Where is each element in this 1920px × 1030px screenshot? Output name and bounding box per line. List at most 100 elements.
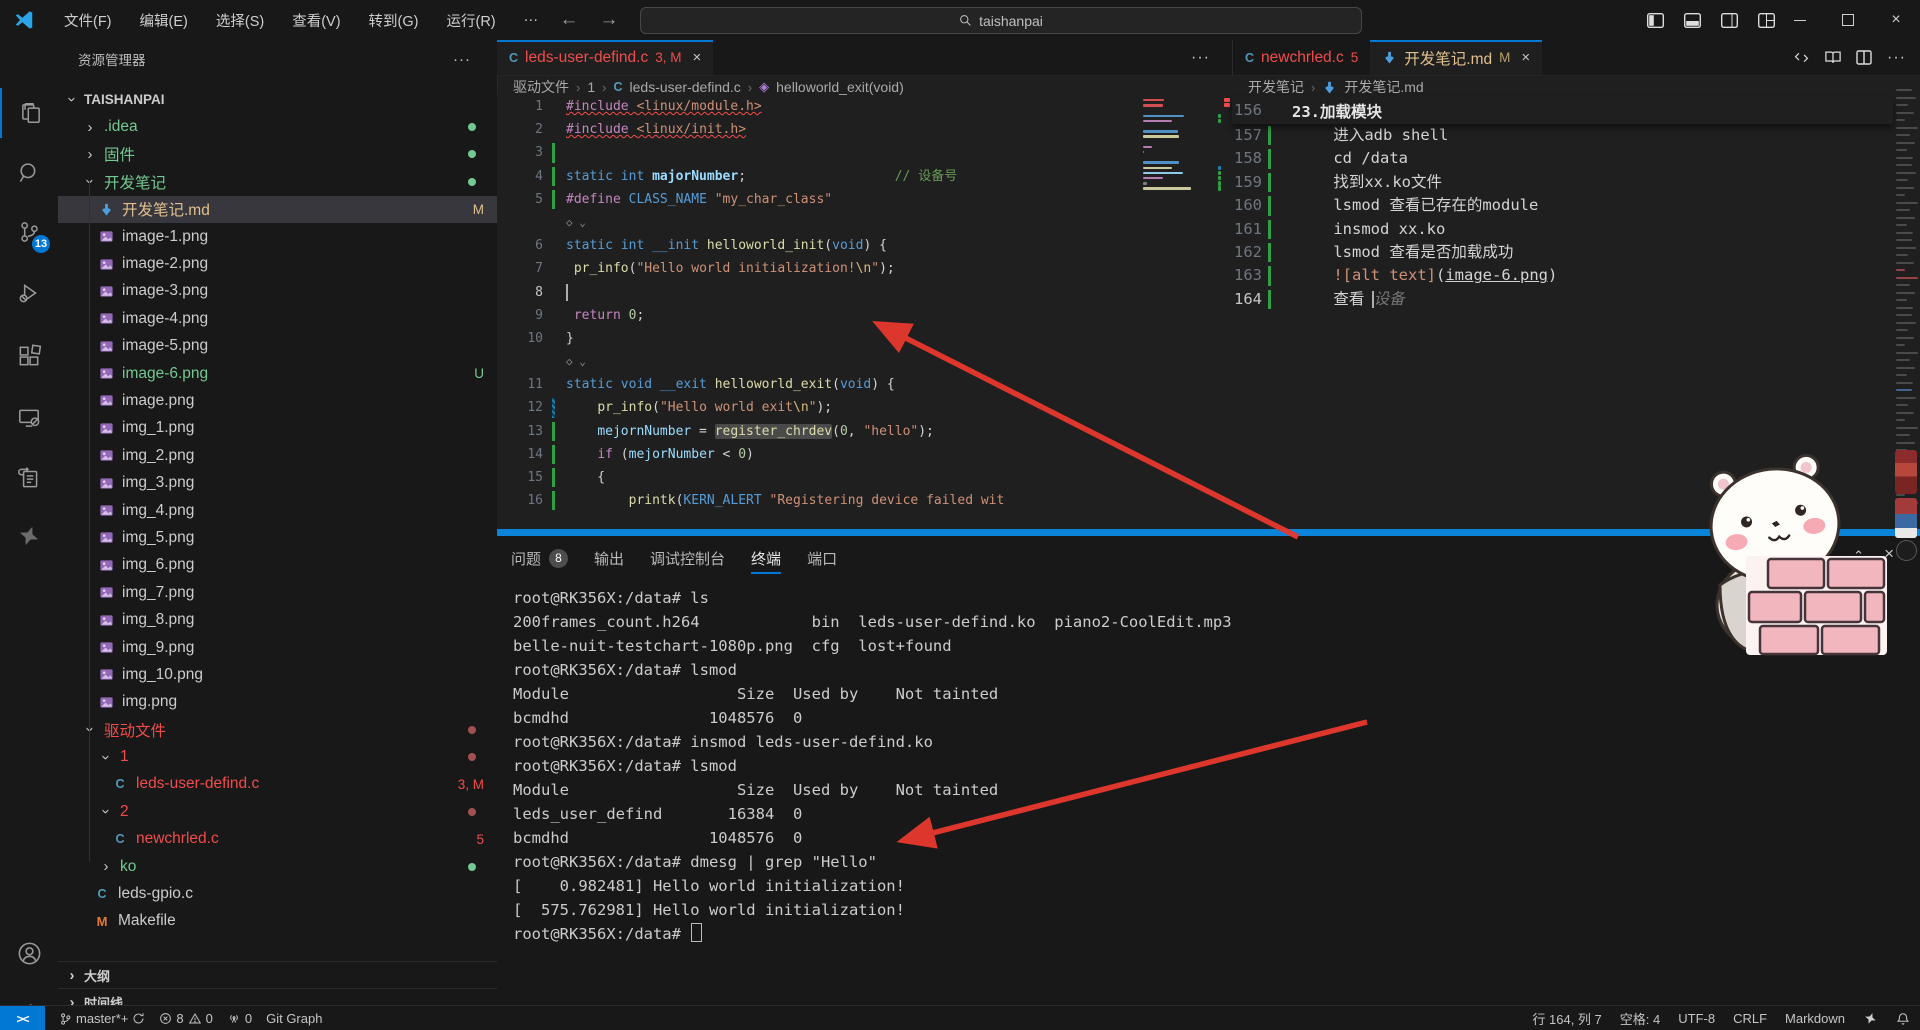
git-graph-item[interactable]: Git Graph (266, 1011, 322, 1026)
tree-item-.idea[interactable]: ›.idea (58, 113, 497, 140)
tree-item-leds-gpio.c[interactable]: Cleds-gpio.c (58, 880, 497, 907)
tree-root-item[interactable]: ›TAISHANPAI (58, 86, 497, 113)
tree-item-____.md[interactable]: 开发笔记.mdM (58, 196, 497, 223)
minimize-button[interactable] (1776, 0, 1824, 40)
tree-item-img_6.png[interactable]: img_6.png (58, 552, 497, 579)
panel-tab-输出[interactable]: 输出 (594, 542, 624, 574)
tree-item-newchrled.c[interactable]: Cnewchrled.c5 (58, 826, 497, 853)
copilot-status-icon[interactable] (1863, 1011, 1878, 1026)
tree-item-img_1.png[interactable]: img_1.png (58, 415, 497, 442)
open-preview-icon[interactable] (1825, 50, 1841, 65)
panel-tab-端口[interactable]: 端口 (807, 542, 837, 574)
split-editor-icon[interactable] (1856, 50, 1872, 65)
terminal-output[interactable]: root@RK356X:/data# ls200frames_count.h26… (513, 586, 1910, 1001)
menu-more-icon[interactable]: ··· (510, 0, 553, 40)
breadcrumb-item[interactable]: helloworld_exit(void) (776, 79, 904, 95)
tab-____.md[interactable]: 开发笔记.mdM× (1370, 40, 1542, 75)
menu-item[interactable]: 查看(V) (278, 0, 354, 40)
forward-arrow-button[interactable]: → (592, 0, 626, 40)
tree-item-image.png[interactable]: image.png (58, 387, 497, 414)
tree-item-img_3.png[interactable]: img_3.png (58, 469, 497, 496)
toggle-panel-icon[interactable] (1684, 13, 1701, 28)
tree-item-__[interactable]: ›固件 (58, 141, 497, 168)
code-editor-left[interactable]: 1#include <linux/module.h>2#include <lin… (497, 95, 1140, 533)
editor-group2-more-icon[interactable]: ··· (1887, 49, 1906, 67)
extensions-icon[interactable] (0, 331, 58, 381)
tree-item-image-4.png[interactable]: image-4.png (58, 305, 497, 332)
tree-item-____[interactable]: ›驱动文件 (58, 716, 497, 743)
panel-resize-sash[interactable] (497, 529, 1920, 536)
maximize-panel-icon[interactable]: ⌃ (1853, 548, 1864, 564)
tree-item-img.png[interactable]: img.png (58, 689, 497, 716)
sticky-scroll-line[interactable]: 156 23.加载模块 (1232, 97, 1893, 124)
panel-tab-调试控制台[interactable]: 调试控制台 (650, 542, 725, 574)
copilot-codelens-icon[interactable]: ◇ ⌄ (566, 350, 586, 373)
copilot-codelens-icon[interactable]: ◇ ⌄ (566, 211, 586, 234)
tree-item-img_2.png[interactable]: img_2.png (58, 442, 497, 469)
menu-item[interactable]: 选择(S) (202, 0, 278, 40)
maximize-button[interactable] (1824, 0, 1872, 40)
tree-item-img_7.png[interactable]: img_7.png (58, 579, 497, 606)
breadcrumb-item[interactable]: 开发笔记.md (1344, 77, 1423, 97)
ports-item[interactable]: 0 (227, 1011, 252, 1026)
tab-newchrled.c[interactable]: Cnewchrled.c5 (1233, 40, 1370, 75)
panel-tab-终端[interactable]: 终端 (751, 542, 781, 574)
tree-item-____[interactable]: ›开发笔记 (58, 168, 497, 195)
panel-tab-问题[interactable]: 问题8 (511, 542, 568, 574)
tree-item-2[interactable]: ›2 (58, 798, 497, 825)
terminal-instance-item[interactable]: aq (1766, 549, 1800, 564)
source-control-icon[interactable]: 13 (0, 207, 58, 257)
eol-item[interactable]: CRLF (1733, 1011, 1767, 1026)
notifications-bell-icon[interactable] (1896, 1012, 1910, 1026)
explorer-icon[interactable] (0, 88, 60, 138)
close-button[interactable]: × (1872, 0, 1920, 40)
breadcrumb-item[interactable]: leds-user-defind.c (630, 79, 741, 95)
tree-item-img_8.png[interactable]: img_8.png (58, 606, 497, 633)
tree-item-leds-user-defind.c[interactable]: Cleds-user-defind.c3, M (58, 771, 497, 798)
cursor-position-item[interactable]: 行 164, 列 7 (1532, 1009, 1601, 1028)
menu-item[interactable]: 转到(G) (355, 0, 433, 40)
tree-item-image-5.png[interactable]: image-5.png (58, 333, 497, 360)
tree-item-1[interactable]: ›1 (58, 743, 497, 770)
code-editor-right[interactable]: 157 进入adb shell158 cd /data159 找到xx.ko文件… (1232, 124, 1893, 533)
indentation-item[interactable]: 空格: 4 (1620, 1009, 1660, 1028)
tree-item-img_4.png[interactable]: img_4.png (58, 497, 497, 524)
menu-item[interactable]: 文件(F) (50, 0, 126, 40)
close-panel-icon[interactable]: × (1884, 544, 1894, 564)
tree-item-img_5.png[interactable]: img_5.png (58, 524, 497, 551)
tab-close-icon[interactable]: × (693, 49, 702, 66)
remote-explorer-icon[interactable] (0, 393, 58, 443)
new-terminal-button[interactable]: ⌄ (1723, 549, 1751, 563)
explorer-more-actions[interactable]: ··· (453, 40, 471, 78)
back-arrow-button[interactable]: ← (552, 0, 586, 40)
customize-layout-icon[interactable] (1758, 13, 1775, 28)
editor-group1-more-actions[interactable]: ··· (1191, 40, 1210, 75)
language-mode-item[interactable]: Markdown (1785, 1011, 1845, 1026)
tree-item-image-2.png[interactable]: image-2.png (58, 250, 497, 277)
tree-item-img_9.png[interactable]: img_9.png (58, 634, 497, 661)
copilot-activity-icon[interactable] (0, 511, 58, 561)
run-debug-icon[interactable] (0, 268, 58, 318)
toggle-secondary-sidebar-icon[interactable] (1721, 13, 1738, 28)
tree-item-img_10.png[interactable]: img_10.png (58, 661, 497, 688)
breadcrumb-item[interactable]: 1 (587, 79, 595, 95)
tab-close-icon[interactable]: × (1521, 49, 1530, 66)
tab-leds-user-defind[interactable]: C leds-user-defind.c 3, M × (497, 40, 713, 75)
tree-item-Makefile[interactable]: MMakefile (58, 908, 497, 935)
account-icon[interactable] (0, 928, 58, 978)
toggle-sidebar-icon[interactable] (1647, 13, 1664, 28)
outline-section-header[interactable]: ›大纲 (58, 961, 497, 989)
menu-item[interactable]: 编辑(E) (126, 0, 202, 40)
problems-item[interactable]: 8 0 (159, 1011, 212, 1026)
search-sidebar-icon[interactable] (0, 148, 58, 198)
split-diff-icon[interactable] (1793, 50, 1810, 65)
tree-item-image-6.png[interactable]: image-6.pngU (58, 360, 497, 387)
tree-item-image-3.png[interactable]: image-3.png (58, 278, 497, 305)
tree-item-image-1.png[interactable]: image-1.png (58, 223, 497, 250)
breadcrumbs-right[interactable]: 开发笔记›开发笔记.md (1248, 76, 1848, 98)
tree-item-ko[interactable]: ›ko (58, 853, 497, 880)
breadcrumb-item[interactable]: 开发笔记 (1248, 77, 1304, 97)
menu-item[interactable]: 运行(R) (432, 0, 509, 40)
git-branch-item[interactable]: master*+ (59, 1011, 145, 1026)
breadcrumb-item[interactable]: 驱动文件 (513, 77, 569, 97)
